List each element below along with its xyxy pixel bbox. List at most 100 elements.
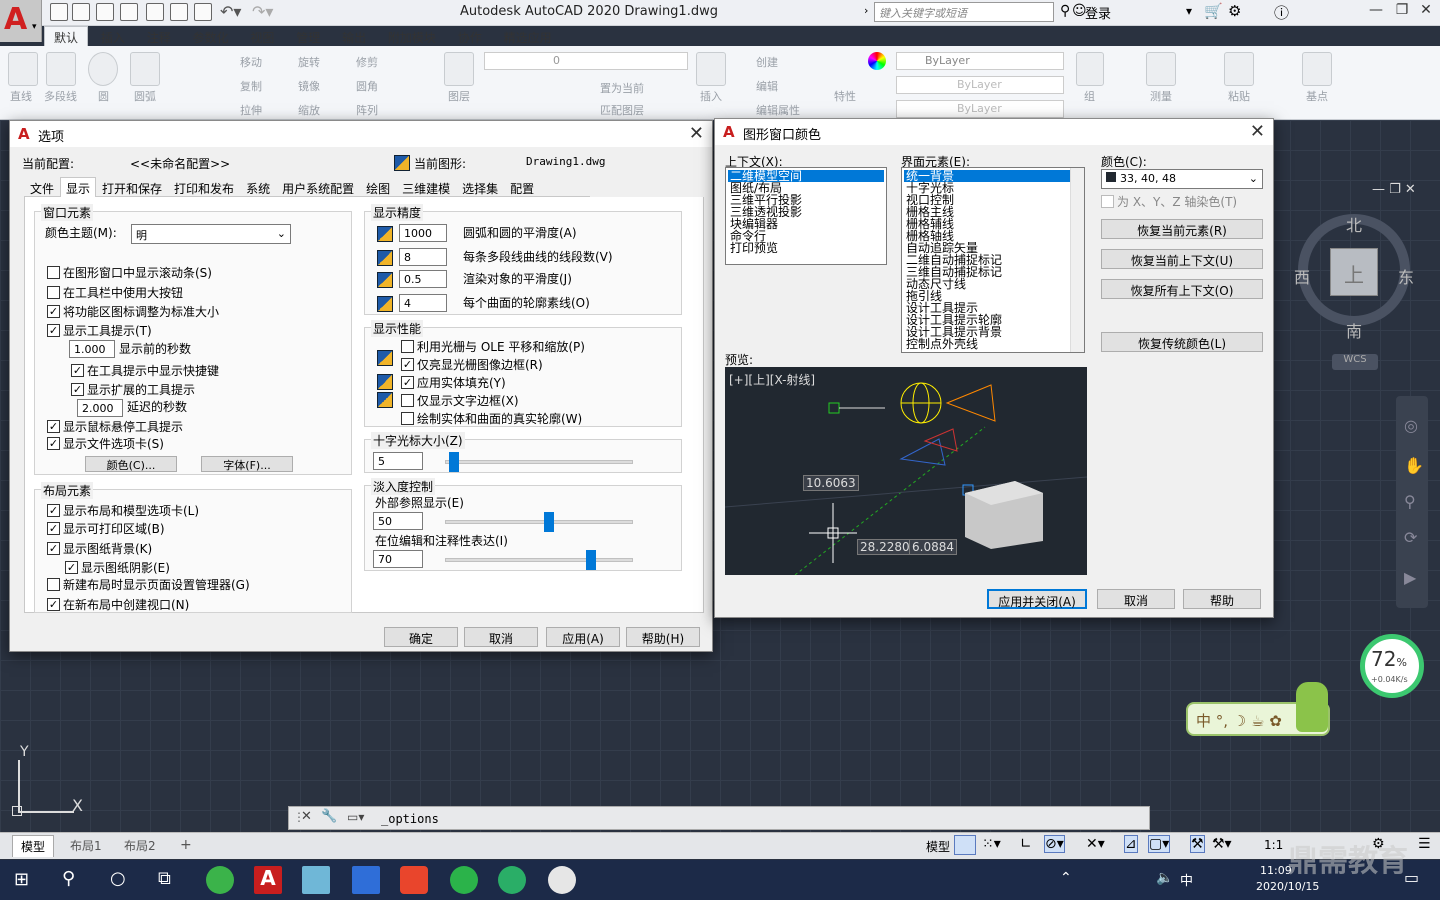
- annotation-icon[interactable]: ⚒: [1190, 835, 1205, 853]
- restore-element-button[interactable]: 恢复当前元素(R): [1101, 219, 1263, 239]
- export-icon[interactable]: [170, 3, 188, 21]
- ribbon-label-stretch[interactable]: 拉伸: [240, 102, 262, 118]
- search-icon[interactable]: ⚲: [62, 868, 75, 889]
- search-expand-icon[interactable]: ›: [864, 4, 868, 17]
- ribbon-label-move[interactable]: 移动: [240, 54, 262, 70]
- wrench-icon[interactable]: 🔧: [321, 809, 337, 824]
- extended-delay-input[interactable]: 2.000: [77, 399, 123, 417]
- save-icon[interactable]: [96, 3, 114, 21]
- render-smoothness-input[interactable]: 0.5: [399, 270, 447, 288]
- file-tabs-checkbox[interactable]: ✓ 显示文件选项卡(S): [47, 435, 164, 452]
- color-scheme-select[interactable]: 明 ⌄: [131, 224, 291, 244]
- tab-view[interactable]: 视图: [241, 27, 283, 48]
- show-tooltips-checkbox[interactable]: ✓ 显示工具提示(T): [47, 322, 152, 339]
- checkbox-unchecked[interactable]: [401, 340, 414, 353]
- printable-area-checkbox[interactable]: ✓ 显示可打印区域(B): [47, 520, 165, 537]
- green-app-icon[interactable]: [450, 866, 478, 894]
- network-speed-gauge[interactable]: 72% +0.04K/s: [1360, 634, 1424, 698]
- list-item[interactable]: 打印预览: [728, 242, 884, 254]
- color-wheel-icon[interactable]: [868, 52, 886, 70]
- circle-icon[interactable]: [88, 52, 118, 86]
- tab-output[interactable]: 输出: [333, 27, 375, 48]
- color-dropdown[interactable]: ByLayer: [896, 52, 1064, 70]
- checkbox-checked[interactable]: ✓: [401, 358, 414, 371]
- layout-tabs-checkbox[interactable]: ✓ 显示布局和模型选项卡(L): [47, 502, 199, 519]
- large-buttons-checkbox[interactable]: 在工具栏中使用大按钮: [47, 284, 183, 301]
- new-file-icon[interactable]: [50, 3, 68, 21]
- orbit-icon[interactable]: ⟳: [1404, 528, 1417, 547]
- task-view-icon[interactable]: ⧉: [158, 868, 171, 889]
- checkbox-checked[interactable]: ✓: [47, 420, 60, 433]
- cart-icon[interactable]: 🛒: [1204, 2, 1223, 20]
- command-line[interactable]: ⋮ ✕ 🔧 ▭▾ _options: [288, 806, 1150, 830]
- model-space-button[interactable]: 模型: [926, 838, 950, 855]
- volume-icon[interactable]: 🔈: [1156, 870, 1173, 886]
- checkbox-unchecked[interactable]: [401, 412, 414, 425]
- open-file-icon[interactable]: [72, 3, 90, 21]
- paper-shadow-checkbox[interactable]: ✓ 显示图纸阴影(E): [65, 559, 170, 576]
- insert-block-icon[interactable]: [696, 52, 726, 86]
- zoom-icon[interactable]: ⚲: [1404, 492, 1416, 511]
- arc-icon[interactable]: [130, 52, 160, 86]
- add-layout-icon[interactable]: +: [172, 835, 200, 855]
- checkbox-checked[interactable]: ✓: [401, 376, 414, 389]
- login-button[interactable]: 登录: [1085, 3, 1111, 22]
- login-dropdown-icon[interactable]: ▾: [1186, 4, 1192, 18]
- wechat-icon[interactable]: [498, 866, 526, 894]
- snap-icon[interactable]: ⁙▾: [982, 836, 1001, 852]
- page-setup-manager-checkbox[interactable]: 新建布局时显示页面设置管理器(G): [47, 576, 250, 593]
- restore-classic-button[interactable]: 恢复传统颜色(L): [1101, 332, 1263, 352]
- close-icon[interactable]: ✕: [301, 809, 312, 824]
- ribbon-label-fillet[interactable]: 圆角: [356, 78, 378, 94]
- cancel-button[interactable]: 取消: [464, 627, 538, 647]
- close-icon[interactable]: ✕: [1412, 2, 1440, 22]
- autocad-taskbar-icon[interactable]: A: [254, 866, 282, 894]
- clock-time[interactable]: 11:09: [1260, 864, 1292, 877]
- restore-context-button[interactable]: 恢复当前上下文(U): [1101, 249, 1263, 269]
- xref-display-slider[interactable]: [445, 520, 633, 524]
- tray-expand-icon[interactable]: ⌃: [1060, 870, 1072, 886]
- resize-ribbon-icons-checkbox[interactable]: ✓ 将功能区图标调整为标准大小: [47, 303, 219, 320]
- arc-smoothness-input[interactable]: 1000: [399, 224, 447, 242]
- paper-background-checkbox[interactable]: ✓ 显示图纸背景(K): [47, 540, 152, 557]
- checkbox-checked[interactable]: ✓: [47, 542, 60, 555]
- show-shortcut-keys-checkbox[interactable]: ✓ 在工具提示中显示快捷键: [71, 362, 219, 379]
- grid-icon[interactable]: [954, 835, 976, 855]
- ribbon-label-match-layer[interactable]: 匹配图层: [600, 102, 644, 118]
- checkbox-unchecked[interactable]: [401, 394, 414, 407]
- ortho-icon[interactable]: ∟: [1020, 836, 1032, 852]
- ribbon-label-mirror[interactable]: 镜像: [298, 78, 320, 94]
- checkbox-checked[interactable]: ✓: [47, 437, 60, 450]
- ime-indicator[interactable]: 中: [1180, 870, 1193, 889]
- checkbox-checked[interactable]: ✓: [47, 305, 60, 318]
- windows-start-icon[interactable]: ⊞: [14, 869, 29, 890]
- group-icon[interactable]: [1076, 52, 1104, 86]
- lineweight-icon[interactable]: ⊿: [1124, 835, 1138, 853]
- checkbox-unchecked[interactable]: [47, 578, 60, 591]
- paste-icon[interactable]: [1224, 52, 1254, 86]
- close-icon[interactable]: ✕: [1250, 121, 1265, 142]
- colors-cancel-button[interactable]: 取消: [1097, 589, 1175, 609]
- polyline-segments-input[interactable]: 8: [399, 248, 447, 266]
- crosshair-slider-thumb[interactable]: [449, 452, 460, 472]
- layer-properties-icon[interactable]: [444, 52, 474, 86]
- viewcube-east[interactable]: 东: [1398, 264, 1414, 288]
- tab-addins[interactable]: 附加模块: [379, 27, 445, 48]
- ribbon-label-set-current[interactable]: 置为当前: [600, 80, 644, 96]
- polyline-icon[interactable]: [46, 52, 76, 86]
- tooltip-delay-input[interactable]: 1.000: [69, 340, 115, 358]
- osnap-icon[interactable]: ✕▾: [1086, 836, 1105, 852]
- clock-date[interactable]: 2020/10/15: [1256, 880, 1319, 893]
- text-frame-checkbox[interactable]: 仅显示文字边框(X): [401, 392, 519, 409]
- layer-dropdown[interactable]: 0: [484, 52, 688, 70]
- polar-icon[interactable]: ⊘▾: [1044, 835, 1065, 853]
- help-icon[interactable]: ⓘ: [1274, 2, 1289, 23]
- ribbon-label-scale[interactable]: 缩放: [298, 102, 320, 118]
- linetype-dropdown[interactable]: ByLayer: [896, 76, 1064, 94]
- ribbon-label-trim[interactable]: 修剪: [356, 54, 378, 70]
- color-select[interactable]: 33, 40, 48 ⌄: [1101, 169, 1263, 189]
- showmotion-icon[interactable]: ▶: [1404, 568, 1416, 587]
- viewcube-north[interactable]: 北: [1346, 212, 1362, 236]
- fonts-button[interactable]: 字体(F)...: [201, 456, 293, 472]
- ok-button[interactable]: 确定: [384, 627, 458, 647]
